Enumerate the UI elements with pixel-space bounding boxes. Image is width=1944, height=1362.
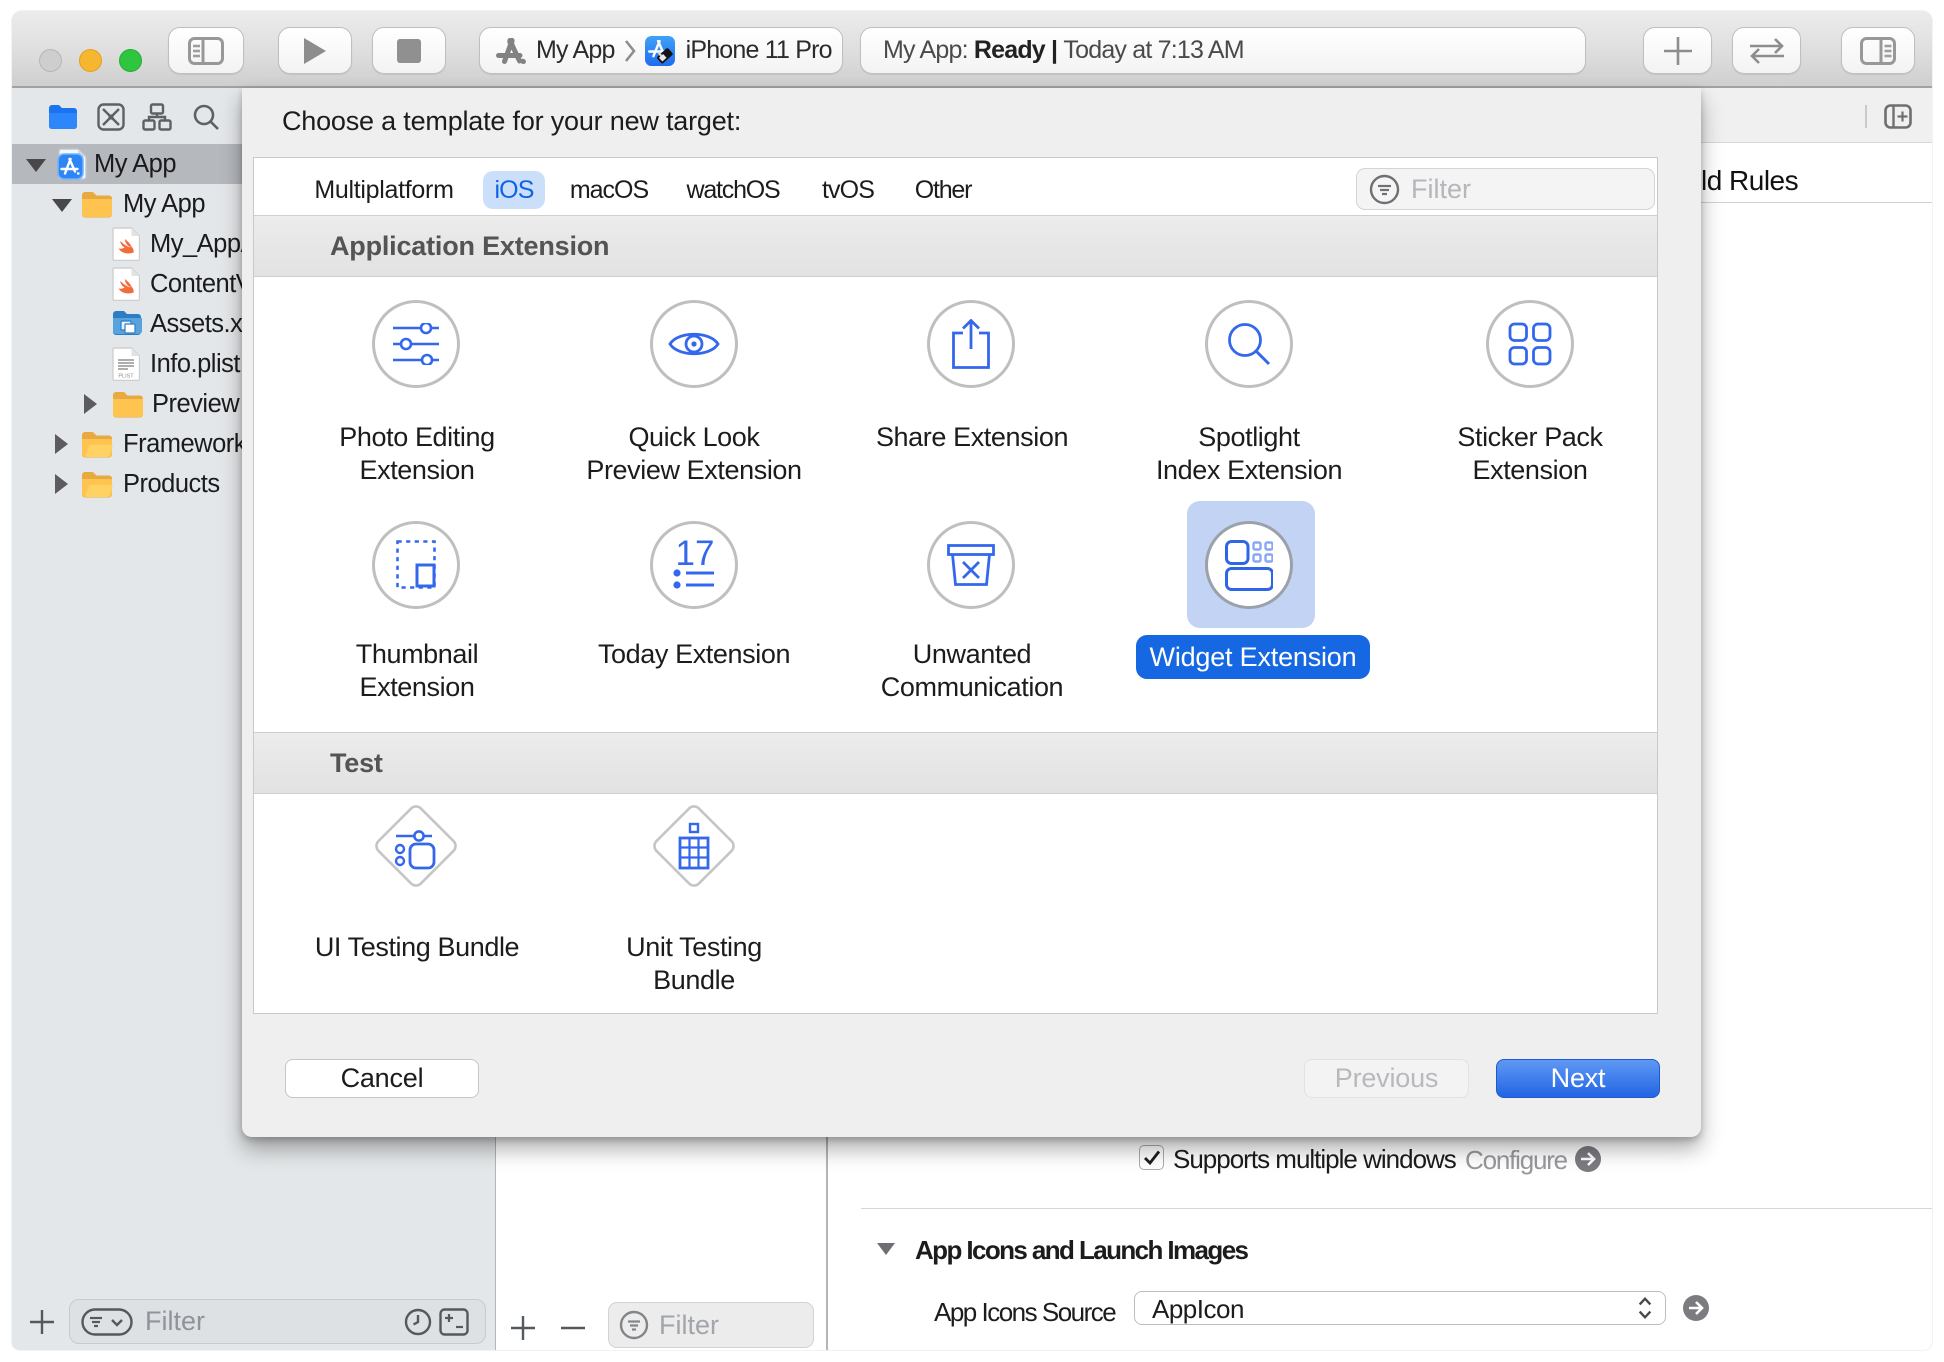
svg-text:PLIST: PLIST (118, 374, 134, 380)
svg-text:17: 17 (676, 539, 715, 573)
